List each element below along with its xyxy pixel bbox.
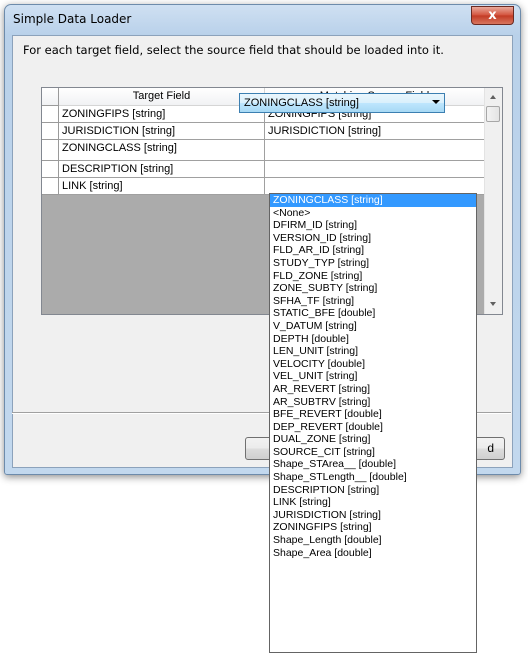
dropdown-option[interactable]: Shape_STLength__ [double] <box>270 471 476 484</box>
grid-vertical-scrollbar[interactable] <box>484 88 502 314</box>
target-field-cell[interactable]: JURISDICTION [string] <box>59 123 265 140</box>
row-selector-current[interactable] <box>42 140 59 161</box>
dropdown-option[interactable]: FLD_ZONE [string] <box>270 270 476 283</box>
dropdown-option[interactable]: STATIC_BFE [double] <box>270 307 476 320</box>
dropdown-option[interactable]: DESCRIPTION [string] <box>270 484 476 497</box>
dropdown-option[interactable]: FLD_AR_ID [string] <box>270 244 476 257</box>
dropdown-option[interactable]: SFHA_TF [string] <box>270 295 476 308</box>
target-field-cell[interactable]: DESCRIPTION [string] <box>59 161 265 178</box>
header-target-field[interactable]: Target Field <box>59 88 265 106</box>
scroll-up-icon[interactable] <box>490 95 496 99</box>
close-button[interactable]: x <box>471 6 514 25</box>
dropdown-option[interactable]: AR_REVERT [string] <box>270 383 476 396</box>
dropdown-option[interactable]: DUAL_ZONE [string] <box>270 433 476 446</box>
dropdown-option[interactable]: Shape_Area [double] <box>270 547 476 560</box>
target-field-cell[interactable]: LINK [string] <box>59 178 265 195</box>
source-field-dropdown-list[interactable]: ZONINGCLASS [string] <None> DFIRM_ID [st… <box>269 193 477 653</box>
dropdown-option[interactable]: LINK [string] <box>270 496 476 509</box>
dropdown-option[interactable]: V_DATUM [string] <box>270 320 476 333</box>
dropdown-option[interactable]: VERSION_ID [string] <box>270 232 476 245</box>
window-title: Simple Data Loader <box>13 12 132 26</box>
target-field-cell[interactable]: ZONINGFIPS [string] <box>59 106 265 123</box>
combobox-selected-value: ZONINGCLASS [string] <box>244 97 359 109</box>
dropdown-option[interactable]: STUDY_TYP [string] <box>270 257 476 270</box>
dropdown-option[interactable]: DFIRM_ID [string] <box>270 219 476 232</box>
row-selector[interactable] <box>42 161 59 178</box>
source-field-cell[interactable] <box>265 161 485 178</box>
dropdown-option[interactable]: ZONE_SUBTY [string] <box>270 282 476 295</box>
dropdown-option[interactable]: JURISDICTION [string] <box>270 509 476 522</box>
dropdown-option[interactable]: SOURCE_CIT [string] <box>270 446 476 459</box>
row-selector[interactable] <box>42 106 59 123</box>
row-selector[interactable] <box>42 123 59 140</box>
grid-header-corner <box>42 88 59 106</box>
dropdown-option[interactable]: VEL_UNIT [string] <box>270 370 476 383</box>
dropdown-option[interactable]: ZONINGCLASS [string] <box>270 194 476 207</box>
dropdown-arrow-icon[interactable] <box>432 100 440 104</box>
target-field-cell[interactable]: ZONINGCLASS [string] <box>59 140 265 161</box>
dropdown-option[interactable]: LEN_UNIT [string] <box>270 345 476 358</box>
dropdown-option[interactable]: Shape_Length [double] <box>270 534 476 547</box>
source-field-cell[interactable]: JURISDICTION [string] <box>265 123 485 140</box>
dropdown-option[interactable]: ZONINGFIPS [string] <box>270 521 476 534</box>
instruction-text: For each target field, select the source… <box>23 43 444 57</box>
dropdown-option[interactable]: BFE_REVERT [double] <box>270 408 476 421</box>
dropdown-option[interactable]: VELOCITY [double] <box>270 358 476 371</box>
source-field-cell-editing[interactable] <box>265 140 485 161</box>
row-selector[interactable] <box>42 178 59 195</box>
close-icon: x <box>488 8 497 23</box>
dropdown-option[interactable]: DEPTH [double] <box>270 333 476 346</box>
scrollbar-thumb[interactable] <box>486 106 500 122</box>
dropdown-option[interactable]: DEP_REVERT [double] <box>270 421 476 434</box>
title-bar[interactable]: Simple Data Loader x <box>5 5 520 35</box>
source-field-combobox[interactable]: ZONINGCLASS [string] <box>239 93 445 113</box>
scroll-down-icon[interactable] <box>490 302 496 306</box>
dropdown-option[interactable]: Shape_STArea__ [double] <box>270 458 476 471</box>
dropdown-option[interactable]: AR_SUBTRV [string] <box>270 396 476 409</box>
dropdown-option[interactable]: <None> <box>270 207 476 220</box>
